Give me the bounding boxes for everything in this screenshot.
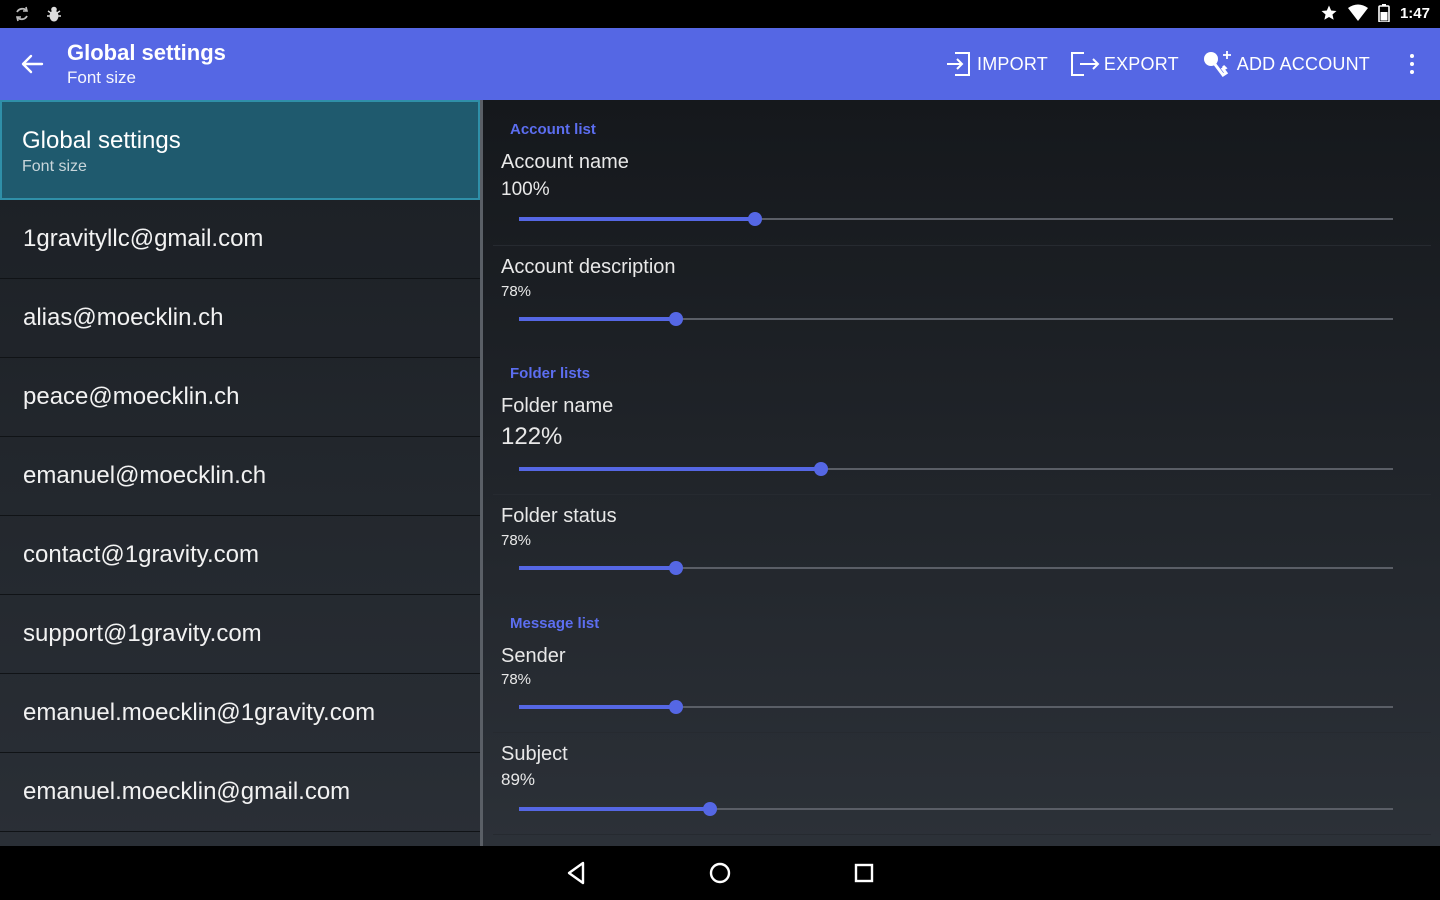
font-size-slider[interactable]	[519, 212, 1393, 226]
sidebar-account-item[interactable]: peace@moecklin.ch	[0, 358, 480, 437]
nav-home-icon[interactable]	[707, 860, 733, 886]
pref-value: 100%	[501, 179, 550, 200]
slider-thumb[interactable]	[702, 802, 717, 816]
pref-name: Folder name	[501, 395, 614, 417]
pref-folder-status[interactable]: Folder status 78%	[493, 495, 1431, 595]
sidebar-item-subtitle: Font size	[22, 158, 87, 175]
status-bar: 1:47	[0, 0, 1440, 28]
pref-value: 78%	[501, 671, 532, 688]
sidebar-account-item[interactable]: alias@moecklin.ch	[0, 279, 480, 358]
bug-icon	[47, 6, 61, 22]
section-header-account-list: Account list	[510, 121, 596, 138]
slider-fill	[519, 467, 821, 471]
sidebar-item-global-settings[interactable]: Global settings Font size	[0, 100, 480, 200]
sidebar-account-item[interactable]: emanuel.moecklin@gmail.com	[0, 753, 480, 832]
pref-name: Folder status	[501, 505, 617, 527]
font-size-settings: Account list Account name 100% Account d…	[483, 100, 1440, 846]
sidebar-account-item[interactable]: contact@1gravity.com	[0, 516, 480, 595]
sidebar-account-item[interactable]: emanuel.moecklin@1gravity.com	[0, 674, 480, 753]
sidebar-account-item[interactable]: emanuel@moecklin.ch	[0, 437, 480, 516]
pref-value: 78%	[501, 283, 532, 300]
app-bar-subtitle: Font size	[67, 68, 136, 87]
section-header-folder-lists: Folder lists	[510, 365, 591, 382]
nav-back-icon[interactable]	[563, 860, 589, 886]
star-icon	[1321, 5, 1337, 20]
pref-folder-name[interactable]: Folder name 122%	[493, 390, 1431, 495]
import-label: IMPORT	[977, 53, 1048, 74]
export-label: EXPORT	[1103, 53, 1179, 74]
slider-fill	[519, 217, 755, 221]
pref-name: Account description	[501, 256, 676, 278]
import-icon	[947, 52, 971, 76]
export-button[interactable]: EXPORT	[1070, 49, 1179, 79]
slider-fill	[519, 317, 677, 321]
add-account-button[interactable]: ADD ACCOUNT	[1201, 49, 1370, 79]
font-size-slider[interactable]	[519, 312, 1393, 326]
pref-subject[interactable]: Subject 89%	[493, 733, 1431, 835]
sidebar-account-item[interactable]: support@1gravity.com	[0, 595, 480, 674]
app-bar-title: Global settings	[67, 40, 226, 65]
pref-value: 89%	[501, 770, 536, 789]
battery-icon	[1378, 4, 1390, 22]
app-bar: Global settings Font size IMPORT EXPORT …	[0, 28, 1440, 100]
font-size-slider[interactable]	[519, 462, 1393, 476]
sidebar-item-title: Global settings	[22, 127, 181, 154]
slider-thumb[interactable]	[669, 700, 684, 714]
wifi-icon	[1347, 4, 1368, 21]
pref-account-description[interactable]: Account description 78%	[493, 246, 1431, 346]
font-size-slider[interactable]	[519, 802, 1393, 816]
pref-name: Sender	[501, 645, 566, 667]
font-size-slider[interactable]	[519, 700, 1393, 714]
import-button[interactable]: IMPORT	[945, 49, 1048, 79]
pref-name: Subject	[501, 743, 568, 765]
account-sidebar: Global settings Font size 1gravityllc@gm…	[0, 100, 480, 846]
pref-sender[interactable]: Sender 78%	[493, 640, 1431, 733]
add-account-label: ADD ACCOUNT	[1236, 53, 1370, 74]
slider-thumb[interactable]	[669, 312, 684, 326]
slider-thumb[interactable]	[813, 462, 828, 476]
export-icon	[1070, 52, 1100, 76]
slider-fill	[519, 807, 710, 811]
clock: 1:47	[1399, 4, 1430, 22]
slider-thumb[interactable]	[747, 212, 762, 226]
add-account-icon	[1203, 51, 1231, 78]
slider-fill	[519, 566, 677, 570]
pref-name: Account name	[501, 151, 629, 173]
sync-icon	[15, 6, 29, 22]
slider-thumb[interactable]	[669, 561, 684, 575]
pref-value: 78%	[501, 532, 532, 549]
overflow-menu-icon[interactable]	[1392, 28, 1432, 100]
slider-fill	[519, 705, 677, 709]
back-arrow-icon[interactable]	[18, 50, 46, 78]
font-size-slider[interactable]	[519, 561, 1393, 575]
nav-recents-icon[interactable]	[851, 860, 877, 886]
section-header-message-list: Message list	[510, 615, 600, 632]
pref-account-name[interactable]: Account name 100%	[493, 146, 1431, 246]
sidebar-account-item[interactable]: 1gravityllc@gmail.com	[0, 200, 480, 279]
pref-value: 122%	[501, 423, 563, 450]
navigation-bar	[0, 846, 1440, 900]
